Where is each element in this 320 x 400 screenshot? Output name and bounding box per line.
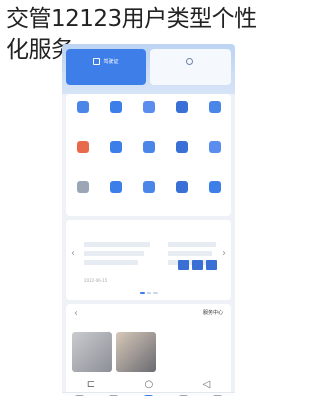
news-date: 2022-06-15 bbox=[84, 278, 108, 283]
chevron-left-icon[interactable]: ‹ bbox=[71, 248, 75, 259]
license-card[interactable]: 驾驶证 bbox=[66, 49, 146, 85]
service-item[interactable] bbox=[198, 136, 231, 174]
service-item[interactable] bbox=[99, 176, 132, 214]
car-icon bbox=[185, 57, 193, 65]
app-screen: 驾驶证 ‹ › 2022-06-15 ‹ 服务中心 bbox=[62, 44, 235, 396]
service-item[interactable] bbox=[165, 136, 198, 174]
app-badge bbox=[178, 260, 189, 270]
id-card-icon bbox=[93, 57, 101, 65]
news-carousel: ‹ › 2022-06-15 bbox=[66, 220, 231, 300]
service-icon bbox=[142, 101, 155, 113]
chevron-left-icon[interactable]: ‹ bbox=[74, 308, 78, 319]
service-item[interactable] bbox=[198, 176, 231, 214]
service-icon bbox=[76, 141, 89, 153]
service-item[interactable] bbox=[99, 96, 132, 134]
service-icon bbox=[175, 101, 188, 113]
service-icon bbox=[76, 101, 89, 113]
service-icon bbox=[208, 101, 221, 113]
service-item[interactable] bbox=[132, 136, 165, 174]
service-icon bbox=[109, 101, 122, 113]
recent-apps-icon[interactable]: ◁ bbox=[203, 379, 211, 390]
service-item[interactable] bbox=[66, 136, 99, 174]
service-photo[interactable] bbox=[72, 332, 112, 372]
service-item[interactable] bbox=[165, 176, 198, 214]
service-icon bbox=[76, 181, 89, 193]
screen: 交管12123用户类型个性 化服务 驾驶证 ‹ › 2022-06-15 ‹ 服… bbox=[0, 0, 300, 400]
service-icon bbox=[142, 181, 155, 193]
carousel-dots bbox=[140, 292, 159, 295]
service-icon bbox=[175, 141, 188, 153]
service-icon bbox=[175, 181, 188, 193]
back-icon[interactable]: ⊏ bbox=[87, 379, 95, 390]
home-button-icon[interactable]: ○ bbox=[144, 379, 153, 390]
service-icon bbox=[109, 141, 122, 153]
vehicle-card[interactable] bbox=[150, 49, 231, 85]
app-badge bbox=[206, 260, 217, 270]
service-icon bbox=[109, 181, 122, 193]
service-item[interactable] bbox=[66, 176, 99, 214]
system-navigation-bar: ⊏ ○ ◁ bbox=[62, 372, 235, 396]
app-badge bbox=[192, 260, 203, 270]
service-icon bbox=[208, 181, 221, 193]
service-item[interactable] bbox=[132, 96, 165, 134]
service-icon bbox=[208, 141, 221, 153]
service-center-title: 服务中心 bbox=[202, 310, 223, 316]
service-item[interactable] bbox=[132, 176, 165, 214]
service-photo[interactable] bbox=[116, 332, 156, 372]
service-grid bbox=[66, 94, 231, 216]
caption-line1: 交管12123用户类型个性 bbox=[6, 6, 257, 32]
service-item[interactable] bbox=[66, 96, 99, 134]
chevron-right-icon[interactable]: › bbox=[222, 248, 226, 259]
license-card-title: 驾驶证 bbox=[103, 58, 119, 65]
service-item[interactable] bbox=[198, 96, 231, 134]
news-text bbox=[84, 240, 154, 269]
service-item[interactable] bbox=[99, 136, 132, 174]
service-icon bbox=[142, 141, 155, 153]
service-item[interactable] bbox=[165, 96, 198, 134]
